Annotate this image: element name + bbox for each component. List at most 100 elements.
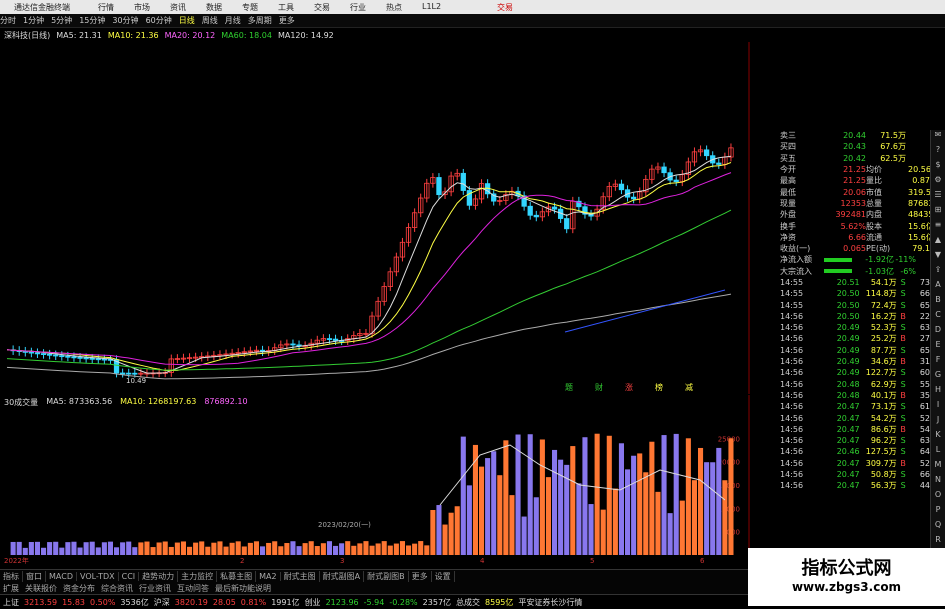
sidebar-tool-icon[interactable]: ✉ [931,130,945,145]
sidebar-tool-icon[interactable]: N [931,475,945,490]
sidebar-tool-icon[interactable]: Q [931,520,945,535]
stat-row: 外盘 392481 内盘 484351 [780,209,939,220]
extension-tab[interactable]: 关联报价 [22,583,60,594]
indicator-tab[interactable]: 更多 [409,570,432,582]
sidebar-tool-icon[interactable]: E [931,340,945,355]
tick-price: 20.47 [836,458,860,468]
tick-count: 55 [919,379,930,389]
menu-item[interactable]: 行情 [98,2,114,13]
sidebar-tool-icon[interactable]: D [931,325,945,340]
sidebar-tool-icon[interactable]: I [931,400,945,415]
menu-item[interactable]: 交易 [314,2,330,13]
sidebar-tool-icon[interactable]: O [931,490,945,505]
sidebar-tool-icon[interactable]: $ [931,160,945,175]
sidebar-tool-icon[interactable]: B [931,295,945,310]
extension-tab[interactable]: 扩展 [0,583,22,594]
sidebar-tool-icon[interactable]: H [931,385,945,400]
indicator-tab[interactable]: 窗口 [23,570,46,582]
volume-bar [211,542,217,555]
menu-item[interactable]: 专题 [242,2,258,13]
extension-tab[interactable]: 行业资讯 [136,583,174,594]
candlestick-chart[interactable]: 19.0018.0017.0016.0015.0014.0013.0012.00… [0,42,750,394]
candle [503,190,509,205]
sidebar-tool-icon[interactable]: G [931,370,945,385]
indicator-tab[interactable]: 设置 [432,570,455,582]
candle [101,354,108,364]
sidebar-tool-icon[interactable]: F [931,355,945,370]
period-button[interactable]: 周线 [202,15,218,26]
period-button[interactable]: 60分钟 [146,15,172,26]
extension-tab[interactable]: 互动问答 [174,583,212,594]
indicator-tab[interactable]: 指标 [0,570,23,582]
volume-bar [655,491,661,555]
sidebar-tool-icon[interactable]: P [931,505,945,520]
index-percent: 0.50% [90,597,116,607]
indicator-tab[interactable]: MACD [46,571,77,581]
sidebar-tool-icon[interactable]: ⚙ [931,175,945,190]
indicator-tab[interactable]: 趋势动力 [139,570,179,582]
index-amount: 2357亿 [422,597,452,607]
indicator-tab[interactable]: MA2 [256,571,281,581]
sidebar-tool-icon[interactable]: M [931,460,945,475]
volume-bar [716,447,722,555]
sidebar-tool-icon[interactable]: L [931,445,945,460]
menu-item[interactable]: 市场 [134,2,150,13]
period-button[interactable]: 30分钟 [112,15,138,26]
sidebar-tool-icon[interactable]: ⇪ [931,265,945,280]
menu-item[interactable]: 热点 [386,2,402,13]
period-button[interactable]: 更多 [279,15,295,26]
volume-bar [272,541,278,555]
sidebar-tool-icon[interactable]: A [931,280,945,295]
extension-tab[interactable]: 资金分布 [60,583,98,594]
tick-row: 14:56 20.47 309.7万 B 52 [780,458,930,469]
menu-item[interactable]: 工具 [278,2,294,13]
volume-chart[interactable]: 2500020000150001000050002022年234562023/0… [0,395,780,565]
period-button[interactable]: 多周期 [248,15,272,26]
volume-bar [454,506,460,555]
menu-item[interactable]: 数据 [206,2,222,13]
candle [606,182,612,202]
candle [381,282,387,306]
period-button[interactable]: 1分钟 [23,15,44,26]
tick-count: 52 [919,458,930,468]
month-label: 4 [480,557,485,565]
indicator-tab[interactable]: 耐式副图A [320,570,365,582]
sidebar-tool-icon[interactable]: ? [931,145,945,160]
tick-side: S [900,300,906,310]
sidebar-tool-icon[interactable]: ☰ [931,190,945,205]
indicator-tab[interactable]: VOL-TDX [77,571,119,581]
period-button[interactable]: 月线 [225,15,241,26]
sidebar-tool-icon[interactable]: ≡ [931,220,945,235]
tick-volume: 96.2万 [870,436,897,446]
tick-count: 52 [919,413,930,423]
candle [521,191,527,211]
menu-item[interactable]: 资讯 [170,2,186,13]
stat-value: 21.25 [843,176,866,186]
candle [259,345,266,357]
menu-trade[interactable]: 交易 [497,2,513,13]
sidebar-tool-icon[interactable]: ▲ [931,235,945,250]
vol-ma10: MA10: 1268197.63 [120,397,197,406]
indicator-tab[interactable]: 耐式主图 [281,570,320,582]
sidebar-tool-icon[interactable]: K [931,430,945,445]
period-button[interactable]: 日线 [179,15,195,26]
index-change: 28.05 [212,597,236,607]
extension-tab[interactable]: 综合资讯 [98,583,136,594]
indicator-tab[interactable]: 耐式副图B [364,570,409,582]
sidebar-tool-icon[interactable]: ⊞ [931,205,945,220]
period-button[interactable]: 分时 [0,15,16,26]
sidebar-tool-icon[interactable]: ▼ [931,250,945,265]
indicator-tab[interactable]: CCI [119,571,140,581]
sidebar-tool-icon[interactable]: J [931,415,945,430]
menu-item[interactable]: 行业 [350,2,366,13]
extension-tab[interactable]: 最后新功能说明 [212,583,274,594]
sidebar-tool-icon[interactable]: C [931,310,945,325]
volume-bar [47,542,53,555]
volume-bar [156,542,162,555]
period-button[interactable]: 5分钟 [51,15,72,26]
tick-volume: 309.7万 [865,458,897,468]
indicator-tab[interactable]: 主力监控 [178,570,218,582]
menu-item[interactable]: L1L2 [422,2,441,13]
period-button[interactable]: 15分钟 [79,15,105,26]
indicator-tab[interactable]: 私募主图 [217,570,257,582]
